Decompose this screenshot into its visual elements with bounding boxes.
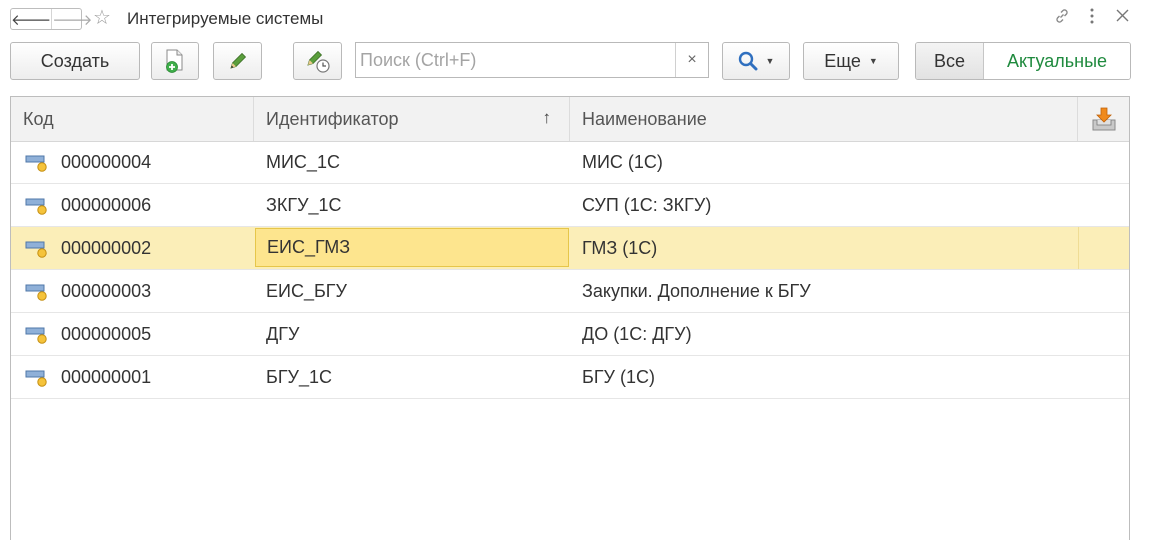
column-header-code[interactable]: Код [11,97,254,141]
create-button[interactable]: Создать [10,42,140,80]
column-header-label: Наименование [582,108,707,129]
filter-toggle: Все Актуальные [915,42,1131,80]
download-tray-icon [1092,107,1115,131]
more-button[interactable]: Еще ▼ [803,42,899,80]
cell-extra [1078,184,1129,226]
cell-code: 000000005 [61,323,152,344]
edit-history-button[interactable] [293,42,342,80]
forward-button[interactable]: 🡒 [51,9,92,29]
column-header-identifier[interactable]: Идентификатор ↑ [254,97,570,141]
table-row[interactable]: 000000003 ЕИС_БГУ Закупки. Дополнение к БГ… [11,270,1129,313]
search-icon [738,51,758,71]
star-icon[interactable]: ☆ [93,7,111,29]
cell-code: 000000006 [61,194,152,215]
cell-extra [1078,270,1129,312]
search-options-button[interactable]: ▼ [722,42,790,80]
kebab-menu-icon[interactable] [1089,7,1095,29]
table-row[interactable]: 000000002 ЕИС_ГМЗ ГМЗ (1С) [11,227,1129,270]
search-input[interactable] [356,43,675,77]
cell-identifier[interactable]: БГУ_1С [254,356,570,398]
column-header-name[interactable]: Наименование [570,97,1078,141]
cell-code: 000000003 [61,280,152,301]
create-copy-button[interactable] [151,42,199,80]
table-row[interactable]: 000000001 БГУ_1С БГУ (1С) [11,356,1129,399]
cell-name: БГУ (1С) [582,366,655,387]
pencil-icon [229,52,246,69]
filter-all-button[interactable]: Все [916,43,984,79]
cell-identifier[interactable]: ЕИС_БГУ [254,270,570,312]
cell-identifier[interactable]: МИС_1С [254,141,570,183]
systems-table: Код Идентификатор ↑ Наименование 0000000… [10,96,1130,540]
window-title: Интегрируемые системы [127,9,324,28]
table-header: Код Идентификатор ↑ Наименование [11,97,1129,142]
link-icon[interactable] [1054,8,1070,28]
column-header-label: Идентификатор [266,108,399,129]
cell-code: 000000001 [61,366,152,387]
column-header-label: Код [23,108,54,129]
cell-name: МИС (1С) [582,151,663,172]
chevron-down-icon: ▼ [765,56,775,66]
cell-identifier[interactable]: ЗКГУ_1С [254,184,570,226]
filter-actual-button[interactable]: Актуальные [984,43,1130,79]
cell-name: ГМЗ (1С) [582,237,658,258]
cell-extra [1078,356,1129,398]
chevron-down-icon: ▼ [868,56,878,66]
window-titlebar: 🡐 🡒 ☆ Интегрируемые системы [0,0,1150,38]
cell-code: 000000004 [61,151,152,172]
cell-extra [1078,141,1129,183]
table-row[interactable]: 000000006 ЗКГУ_1С СУП (1С: ЗКГУ) [11,184,1129,227]
navigation-buttons: 🡐 🡒 [10,8,92,30]
cell-identifier[interactable]: ЕИС_ГМЗ [255,228,569,267]
cell-extra [1078,227,1129,269]
back-button[interactable]: 🡐 [11,9,51,29]
table-row[interactable]: 000000004 МИС_1С МИС (1С) [11,141,1129,184]
cell-code: 000000002 [61,237,152,258]
pencil-clock-icon [306,50,330,73]
command-bar: Создать × ▼ Е [0,40,1150,84]
close-icon[interactable] [1116,9,1129,26]
clear-search-button[interactable]: × [675,43,708,77]
cell-identifier[interactable]: ДГУ [254,313,570,355]
cell-name: ДО (1С: ДГУ) [582,323,692,344]
vertical-scrollbar[interactable] [1130,96,1138,540]
more-label: Еще [824,50,861,71]
cell-name: СУП (1С: ЗКГУ) [582,194,712,215]
output-list-button[interactable] [1078,97,1129,141]
arrow-right-icon: 🡒 [52,11,93,29]
clear-icon: × [687,51,697,68]
cell-name: Закупки. Дополнение к БГУ [582,280,811,301]
sort-ascending-icon: ↑ [542,108,552,127]
new-document-icon [166,49,183,73]
edit-button[interactable] [213,42,262,80]
search-field: × [355,42,709,78]
table-row[interactable]: 000000005 ДГУ ДО (1С: ДГУ) [11,313,1129,356]
arrow-left-icon: 🡐 [11,11,52,29]
cell-extra [1078,313,1129,355]
